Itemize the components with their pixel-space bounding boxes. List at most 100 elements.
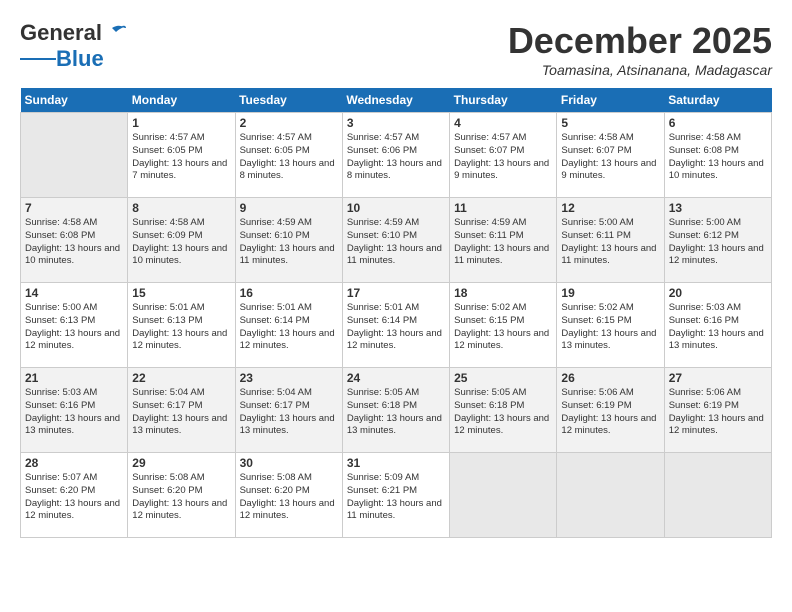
day-number: 26 — [561, 371, 659, 385]
day-number: 4 — [454, 116, 552, 130]
calendar-day-cell: 16Sunrise: 5:01 AMSunset: 6:14 PMDayligh… — [235, 283, 342, 368]
calendar-day-cell: 22 Sunrise: 5:04 AMSunset: 6:17 PMDayligh… — [128, 368, 235, 453]
day-info: Sunrise: 5:04 AMSunset: 6:17 PMDaylight:… — [240, 387, 338, 438]
weekday-header-row: SundayMondayTuesdayWednesdayThursdayFrid… — [21, 88, 772, 113]
calendar-day-cell: 29Sunrise: 5:08 AMSunset: 6:20 PMDayligh… — [128, 453, 235, 538]
day-info: Sunrise: 5:09 AMSunset: 6:21 PMDaylight:… — [347, 472, 445, 523]
logo-bird-icon — [104, 24, 126, 42]
calendar-body: 1 Sunrise: 4:57 AMSunset: 6:05 PMDaylight… — [21, 113, 772, 538]
day-info: Sunrise: 5:01 AMSunset: 6:14 PMDaylight:… — [347, 302, 445, 353]
calendar-day-cell: 4 Sunrise: 4:57 AMSunset: 6:07 PMDaylight… — [450, 113, 557, 198]
day-info: Sunrise: 5:04 AMSunset: 6:17 PMDaylight:… — [132, 387, 230, 438]
day-number: 15 — [132, 286, 230, 300]
day-number: 19 — [561, 286, 659, 300]
day-number: 12 — [561, 201, 659, 215]
logo: General Blue — [20, 20, 126, 72]
calendar-day-cell: 30 Sunrise: 5:08 AMSunset: 6:20 PMDayligh… — [235, 453, 342, 538]
day-info: Sunrise: 5:01 AMSunset: 6:13 PMDaylight:… — [132, 302, 230, 353]
calendar-week-row: 14 Sunrise: 5:00 AMSunset: 6:13 PMDayligh… — [21, 283, 772, 368]
calendar-day-cell: 15 Sunrise: 5:01 AMSunset: 6:13 PMDayligh… — [128, 283, 235, 368]
day-info: Sunrise: 4:59 AMSunset: 6:10 PMDaylight:… — [240, 217, 338, 268]
day-number: 18 — [454, 286, 552, 300]
day-number: 11 — [454, 201, 552, 215]
day-info: Sunrise: 5:05 AMSunset: 6:18 PMDaylight:… — [454, 387, 552, 438]
calendar-day-cell: 26 Sunrise: 5:06 AMSunset: 6:19 PMDayligh… — [557, 368, 664, 453]
calendar-day-cell: 11Sunrise: 4:59 AMSunset: 6:11 PMDayligh… — [450, 198, 557, 283]
calendar-day-cell: 21 Sunrise: 5:03 AMSunset: 6:16 PMDayligh… — [21, 368, 128, 453]
day-number: 24 — [347, 371, 445, 385]
day-number: 6 — [669, 116, 767, 130]
calendar-day-cell: 14 Sunrise: 5:00 AMSunset: 6:13 PMDayligh… — [21, 283, 128, 368]
calendar-day-cell: 5 Sunrise: 4:58 AMSunset: 6:07 PMDaylight… — [557, 113, 664, 198]
day-info: Sunrise: 4:57 AMSunset: 6:05 PMDaylight:… — [240, 132, 338, 183]
day-number: 27 — [669, 371, 767, 385]
day-number: 5 — [561, 116, 659, 130]
day-number: 7 — [25, 201, 123, 215]
day-info: Sunrise: 5:07 AMSunset: 6:20 PMDaylight:… — [25, 472, 123, 523]
calendar-day-cell: 9Sunrise: 4:59 AMSunset: 6:10 PMDaylight… — [235, 198, 342, 283]
calendar-day-cell — [664, 453, 771, 538]
day-info: Sunrise: 5:06 AMSunset: 6:19 PMDaylight:… — [669, 387, 767, 438]
calendar-day-cell: 10Sunrise: 4:59 AMSunset: 6:10 PMDayligh… — [342, 198, 449, 283]
calendar-day-cell: 23 Sunrise: 5:04 AMSunset: 6:17 PMDayligh… — [235, 368, 342, 453]
calendar-week-row: 7 Sunrise: 4:58 AMSunset: 6:08 PMDaylight… — [21, 198, 772, 283]
calendar-week-row: 1 Sunrise: 4:57 AMSunset: 6:05 PMDaylight… — [21, 113, 772, 198]
weekday-header-cell: Tuesday — [235, 88, 342, 113]
day-number: 22 — [132, 371, 230, 385]
day-info: Sunrise: 4:58 AMSunset: 6:08 PMDaylight:… — [25, 217, 123, 268]
title-area: December 2025 Toamasina, Atsinanana, Mad… — [508, 20, 772, 78]
weekday-header-cell: Thursday — [450, 88, 557, 113]
day-info: Sunrise: 5:08 AMSunset: 6:20 PMDaylight:… — [132, 472, 230, 523]
month-title: December 2025 — [508, 20, 772, 62]
day-info: Sunrise: 4:57 AMSunset: 6:06 PMDaylight:… — [347, 132, 445, 183]
day-info: Sunrise: 5:00 AMSunset: 6:12 PMDaylight:… — [669, 217, 767, 268]
day-info: Sunrise: 5:08 AMSunset: 6:20 PMDaylight:… — [240, 472, 338, 523]
day-number: 14 — [25, 286, 123, 300]
day-number: 23 — [240, 371, 338, 385]
calendar-day-cell: 27 Sunrise: 5:06 AMSunset: 6:19 PMDayligh… — [664, 368, 771, 453]
calendar-day-cell: 24Sunrise: 5:05 AMSunset: 6:18 PMDayligh… — [342, 368, 449, 453]
day-info: Sunrise: 4:58 AMSunset: 6:09 PMDaylight:… — [132, 217, 230, 268]
calendar-day-cell: 13 Sunrise: 5:00 AMSunset: 6:12 PMDayligh… — [664, 198, 771, 283]
calendar-day-cell — [21, 113, 128, 198]
day-number: 30 — [240, 456, 338, 470]
calendar-day-cell: 7 Sunrise: 4:58 AMSunset: 6:08 PMDaylight… — [21, 198, 128, 283]
calendar-day-cell: 6Sunrise: 4:58 AMSunset: 6:08 PMDaylight… — [664, 113, 771, 198]
day-number: 28 — [25, 456, 123, 470]
calendar-day-cell: 19 Sunrise: 5:02 AMSunset: 6:15 PMDayligh… — [557, 283, 664, 368]
page-header: General Blue December 2025 Toamasina, At… — [20, 20, 772, 78]
calendar-day-cell: 12Sunrise: 5:00 AMSunset: 6:11 PMDayligh… — [557, 198, 664, 283]
calendar-day-cell: 31Sunrise: 5:09 AMSunset: 6:21 PMDayligh… — [342, 453, 449, 538]
calendar-day-cell: 3 Sunrise: 4:57 AMSunset: 6:06 PMDaylight… — [342, 113, 449, 198]
day-number: 25 — [454, 371, 552, 385]
day-number: 2 — [240, 116, 338, 130]
day-info: Sunrise: 5:00 AMSunset: 6:13 PMDaylight:… — [25, 302, 123, 353]
day-info: Sunrise: 5:03 AMSunset: 6:16 PMDaylight:… — [669, 302, 767, 353]
day-number: 21 — [25, 371, 123, 385]
day-number: 17 — [347, 286, 445, 300]
day-info: Sunrise: 5:02 AMSunset: 6:15 PMDaylight:… — [561, 302, 659, 353]
day-number: 1 — [132, 116, 230, 130]
day-number: 10 — [347, 201, 445, 215]
calendar-day-cell: 1 Sunrise: 4:57 AMSunset: 6:05 PMDaylight… — [128, 113, 235, 198]
weekday-header-cell: Friday — [557, 88, 664, 113]
weekday-header-cell: Saturday — [664, 88, 771, 113]
day-info: Sunrise: 4:57 AMSunset: 6:05 PMDaylight:… — [132, 132, 230, 183]
logo-general: General — [20, 20, 102, 46]
day-info: Sunrise: 5:06 AMSunset: 6:19 PMDaylight:… — [561, 387, 659, 438]
weekday-header-cell: Sunday — [21, 88, 128, 113]
day-number: 3 — [347, 116, 445, 130]
day-number: 16 — [240, 286, 338, 300]
calendar-day-cell: 28 Sunrise: 5:07 AMSunset: 6:20 PMDayligh… — [21, 453, 128, 538]
day-info: Sunrise: 4:57 AMSunset: 6:07 PMDaylight:… — [454, 132, 552, 183]
day-number: 20 — [669, 286, 767, 300]
calendar-day-cell: 20 Sunrise: 5:03 AMSunset: 6:16 PMDayligh… — [664, 283, 771, 368]
day-number: 8 — [132, 201, 230, 215]
day-info: Sunrise: 5:03 AMSunset: 6:16 PMDaylight:… — [25, 387, 123, 438]
weekday-header-cell: Wednesday — [342, 88, 449, 113]
calendar-table: SundayMondayTuesdayWednesdayThursdayFrid… — [20, 88, 772, 538]
day-number: 13 — [669, 201, 767, 215]
day-info: Sunrise: 5:02 AMSunset: 6:15 PMDaylight:… — [454, 302, 552, 353]
calendar-day-cell — [557, 453, 664, 538]
day-info: Sunrise: 4:58 AMSunset: 6:07 PMDaylight:… — [561, 132, 659, 183]
